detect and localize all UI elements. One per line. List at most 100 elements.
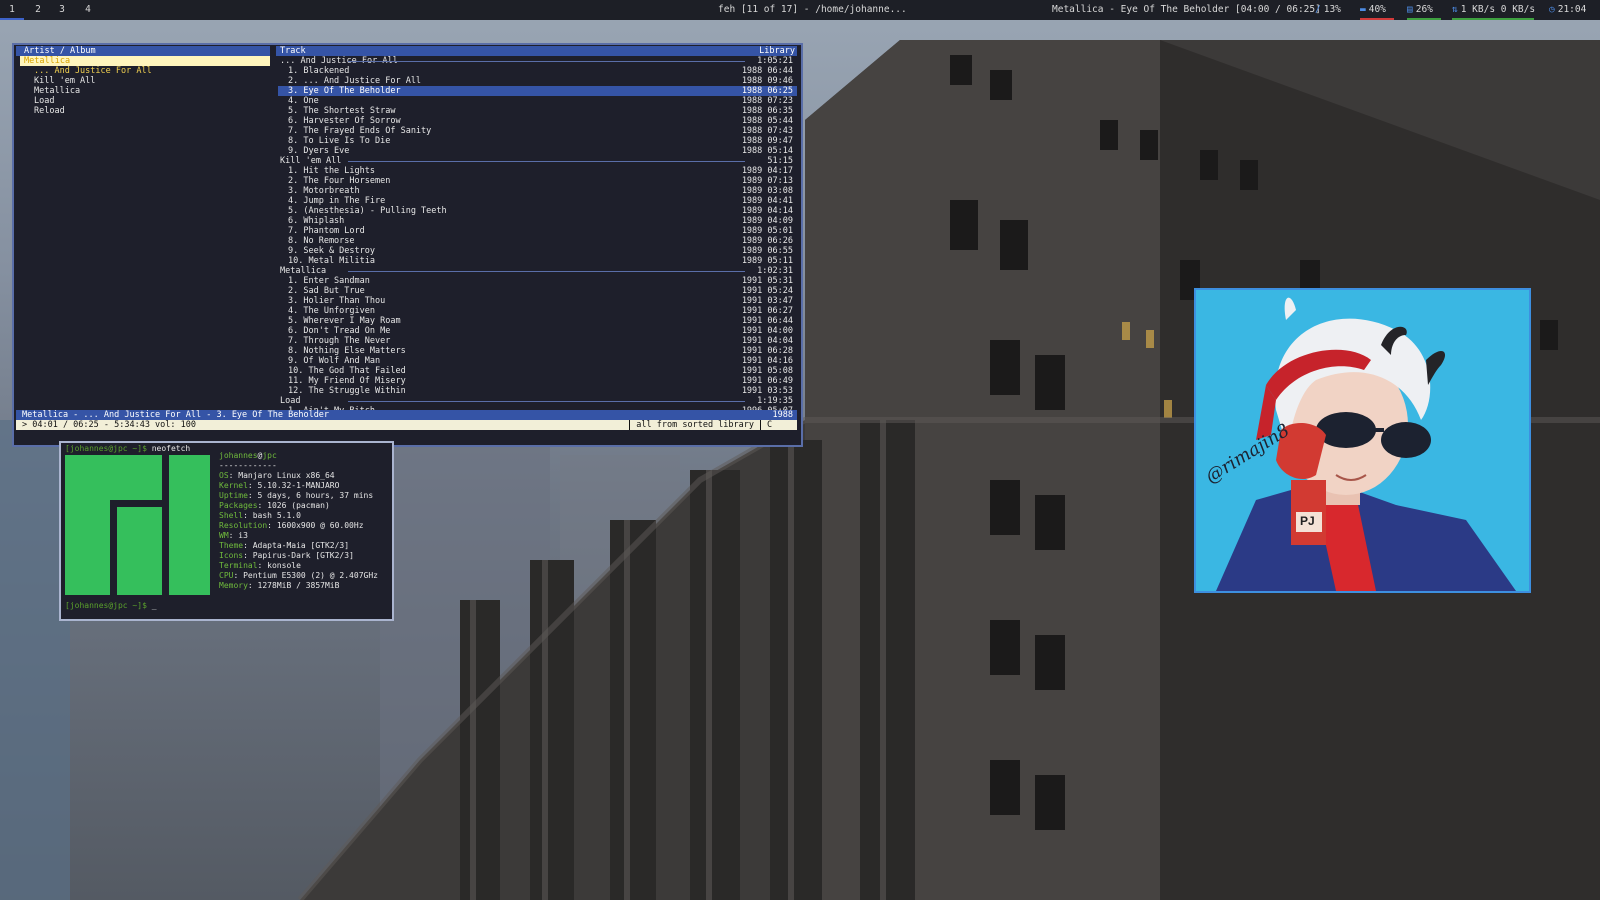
info-key: Terminal — [219, 561, 258, 570]
track-row[interactable]: 2. Sad But True 1991 05:24 — [278, 286, 797, 296]
track-row[interactable]: 10. The God That Failed 1991 05:08 — [278, 366, 797, 376]
track-row[interactable]: 5. The Shortest Straw 1988 06:35 — [278, 106, 797, 116]
track-year-length: 1991 06:44 — [741, 316, 793, 326]
track-year-length: 1991 06:49 — [741, 376, 793, 386]
clock[interactable]: ◷ 21:04 — [1549, 0, 1586, 20]
track-row[interactable]: 9. Dyers Eve 1988 05:14 — [278, 146, 797, 156]
track-year-length: 1988 07:43 — [741, 126, 793, 136]
glove-badge: PJ — [1300, 514, 1315, 528]
track-year-length: 1989 06:26 — [741, 236, 793, 246]
track-title: 6. Whiplash — [288, 216, 345, 226]
track-year-length: 1988 09:46 — [741, 76, 793, 86]
info-value: 1600x900 @ 60.00Hz — [276, 521, 364, 530]
track-row[interactable]: 7. Phantom Lord 1989 05:01 — [278, 226, 797, 236]
track-title: 7. Through The Never — [288, 336, 391, 346]
memory-indicator: ▤ 26% — [1407, 0, 1441, 20]
info-value: Papirus-Dark [GTK2/3] — [252, 551, 354, 560]
track-year-length: 1991 06:27 — [741, 306, 793, 316]
track-row[interactable]: 3. Motorbreath 1989 03:08 — [278, 186, 797, 196]
track-title: 5. (Anesthesia) - Pulling Teeth — [288, 206, 447, 216]
network-value: 1 KB/s 0 KB/s — [1460, 4, 1536, 15]
track-year-length: 1989 03:08 — [741, 186, 793, 196]
track-title: 4. The Unforgiven — [288, 306, 375, 316]
workspace-2[interactable]: 2 — [26, 0, 50, 20]
track-row[interactable]: 8. To Live Is To Die 1988 09:47 — [278, 136, 797, 146]
track-title: 9. Seek & Destroy — [288, 246, 375, 256]
album-separator-row[interactable]: Kill 'em All 51:15 — [278, 156, 797, 166]
prompt-line-current[interactable]: [johannes@jpc ~]$ _ — [65, 601, 157, 610]
track-row[interactable]: 1. Enter Sandman 1991 05:31 — [278, 276, 797, 286]
track-year-length: 1991 04:04 — [741, 336, 793, 346]
album-separator-row[interactable]: Metallica 1:02:31 — [278, 266, 797, 276]
track-row[interactable]: 7. The Frayed Ends Of Sanity 1988 07:43 — [278, 126, 797, 136]
track-row[interactable]: 3. Holier Than Thou 1991 03:47 — [278, 296, 797, 306]
manjaro-logo-icon — [65, 455, 210, 595]
track-row[interactable]: 11. My Friend Of Misery 1991 06:49 — [278, 376, 797, 386]
album-item[interactable]: Kill 'em All — [20, 76, 270, 86]
filter-label: all from sorted library — [629, 420, 760, 430]
track-year-length: 1988 07:23 — [741, 96, 793, 106]
track-row[interactable]: 1. Hit the Lights 1989 04:17 — [278, 166, 797, 176]
album-separator-row[interactable]: ... And Justice For All 1:05:21 — [278, 56, 797, 66]
library-header-label: Library — [759, 46, 795, 56]
track-row[interactable]: 2. The Four Horsemen 1989 07:13 — [278, 176, 797, 186]
track-row[interactable]: 6. Harvester Of Sorrow 1988 05:44 — [278, 116, 797, 126]
info-row: Uptime: 5 days, 6 hours, 37 mins — [219, 491, 374, 500]
info-value: 1026 (pacman) — [267, 501, 330, 510]
track-row[interactable]: 4. One 1988 07:23 — [278, 96, 797, 106]
info-row: Memory: 1278MiB / 3857MiB — [219, 581, 340, 590]
volume-indicator[interactable]: ∕ 13% — [1315, 0, 1341, 20]
track-row[interactable]: 4. The Unforgiven 1991 06:27 — [278, 306, 797, 316]
track-row[interactable]: 9. Of Wolf And Man 1991 04:16 — [278, 356, 797, 366]
workspace-1[interactable]: 1 — [0, 0, 24, 20]
track-row[interactable]: 9. Seek & Destroy 1989 06:55 — [278, 246, 797, 256]
album-item[interactable]: ... And Justice For All — [20, 66, 270, 76]
system-info: johannes@jpc ------------ OS: Manjaro Li… — [219, 451, 378, 591]
info-key: Uptime — [219, 491, 248, 500]
track-year-length: 1988 06:35 — [741, 106, 793, 116]
album-duration: 1:05:21 — [757, 56, 793, 66]
now-playing-status-line: Metallica - ... And Justice For All - 3.… — [16, 410, 797, 420]
track-row[interactable]: 4. Jump in The Fire 1989 04:41 — [278, 196, 797, 206]
track-row[interactable]: 5. (Anesthesia) - Pulling Teeth 1989 04:1… — [278, 206, 797, 216]
track-title: 5. The Shortest Straw — [288, 106, 396, 116]
focused-window-title: feh [11 of 17] - /home/johanne... — [718, 4, 907, 15]
track-row[interactable]: 6. Whiplash 1989 04:09 — [278, 216, 797, 226]
track-row-playing[interactable]: 3. Eye Of The Beholder 1988 06:25 — [278, 86, 797, 96]
track-title: 1. Enter Sandman — [288, 276, 370, 286]
track-year-length: 1991 03:47 — [741, 296, 793, 306]
album-item[interactable]: Reload — [20, 106, 270, 116]
terminal-window[interactable]: [johannes@jpc ~]$ neofetch johannes@jpc … — [59, 441, 394, 621]
now-playing[interactable]: Metallica - Eye Of The Beholder [04:00 /… — [1052, 0, 1321, 20]
prompt-user: [johannes@jpc ~]$ — [65, 444, 147, 453]
album-separator-row[interactable]: Load 1:19:35 — [278, 396, 797, 406]
album-item[interactable]: Metallica — [20, 86, 270, 96]
track-row[interactable]: 2. ... And Justice For All 1988 09:46 — [278, 76, 797, 86]
artist-item[interactable]: Metallica — [20, 56, 270, 66]
track-row[interactable]: 5. Wherever I May Roam 1991 06:44 — [278, 316, 797, 326]
workspace-4[interactable]: 4 — [76, 0, 100, 20]
volume-value: 13% — [1323, 4, 1341, 15]
track-row[interactable]: 10. Metal Militia 1989 05:11 — [278, 256, 797, 266]
cmus-music-player-window[interactable]: Artist / Album Track Library Metallica .… — [12, 43, 803, 447]
prompt-line: [johannes@jpc ~]$ neofetch — [65, 444, 190, 453]
track-row[interactable]: 7. Through The Never 1991 04:04 — [278, 336, 797, 346]
album-name: ... And Justice For All — [280, 56, 398, 66]
info-row: CPU: Pentium E5300 (2) @ 2.407GHz — [219, 571, 378, 580]
track-year-length: 1989 04:14 — [741, 206, 793, 216]
track-row[interactable]: 12. The Struggle Within 1991 03:53 — [278, 386, 797, 396]
workspace-3[interactable]: 3 — [50, 0, 74, 20]
album-item[interactable]: Load — [20, 96, 270, 106]
clock-value: 21:04 — [1557, 4, 1587, 15]
track-row[interactable]: 1. Blackened 1988 06:44 — [278, 66, 797, 76]
album-name: Metallica — [280, 266, 327, 276]
track-year-length: 1988 09:47 — [741, 136, 793, 146]
track-title: 2. ... And Justice For All — [288, 76, 422, 86]
track-row[interactable]: 6. Don't Tread On Me 1991 04:00 — [278, 326, 797, 336]
track-row[interactable]: 8. No Remorse 1989 06:26 — [278, 236, 797, 246]
info-key: Theme — [219, 541, 244, 550]
memory-icon: ▤ — [1407, 4, 1413, 15]
track-row[interactable]: 8. Nothing Else Matters 1991 06:28 — [278, 346, 797, 356]
image-viewer-artwork[interactable]: @rimajin8 PJ — [1194, 288, 1531, 593]
character-artwork-icon — [1196, 290, 1529, 591]
